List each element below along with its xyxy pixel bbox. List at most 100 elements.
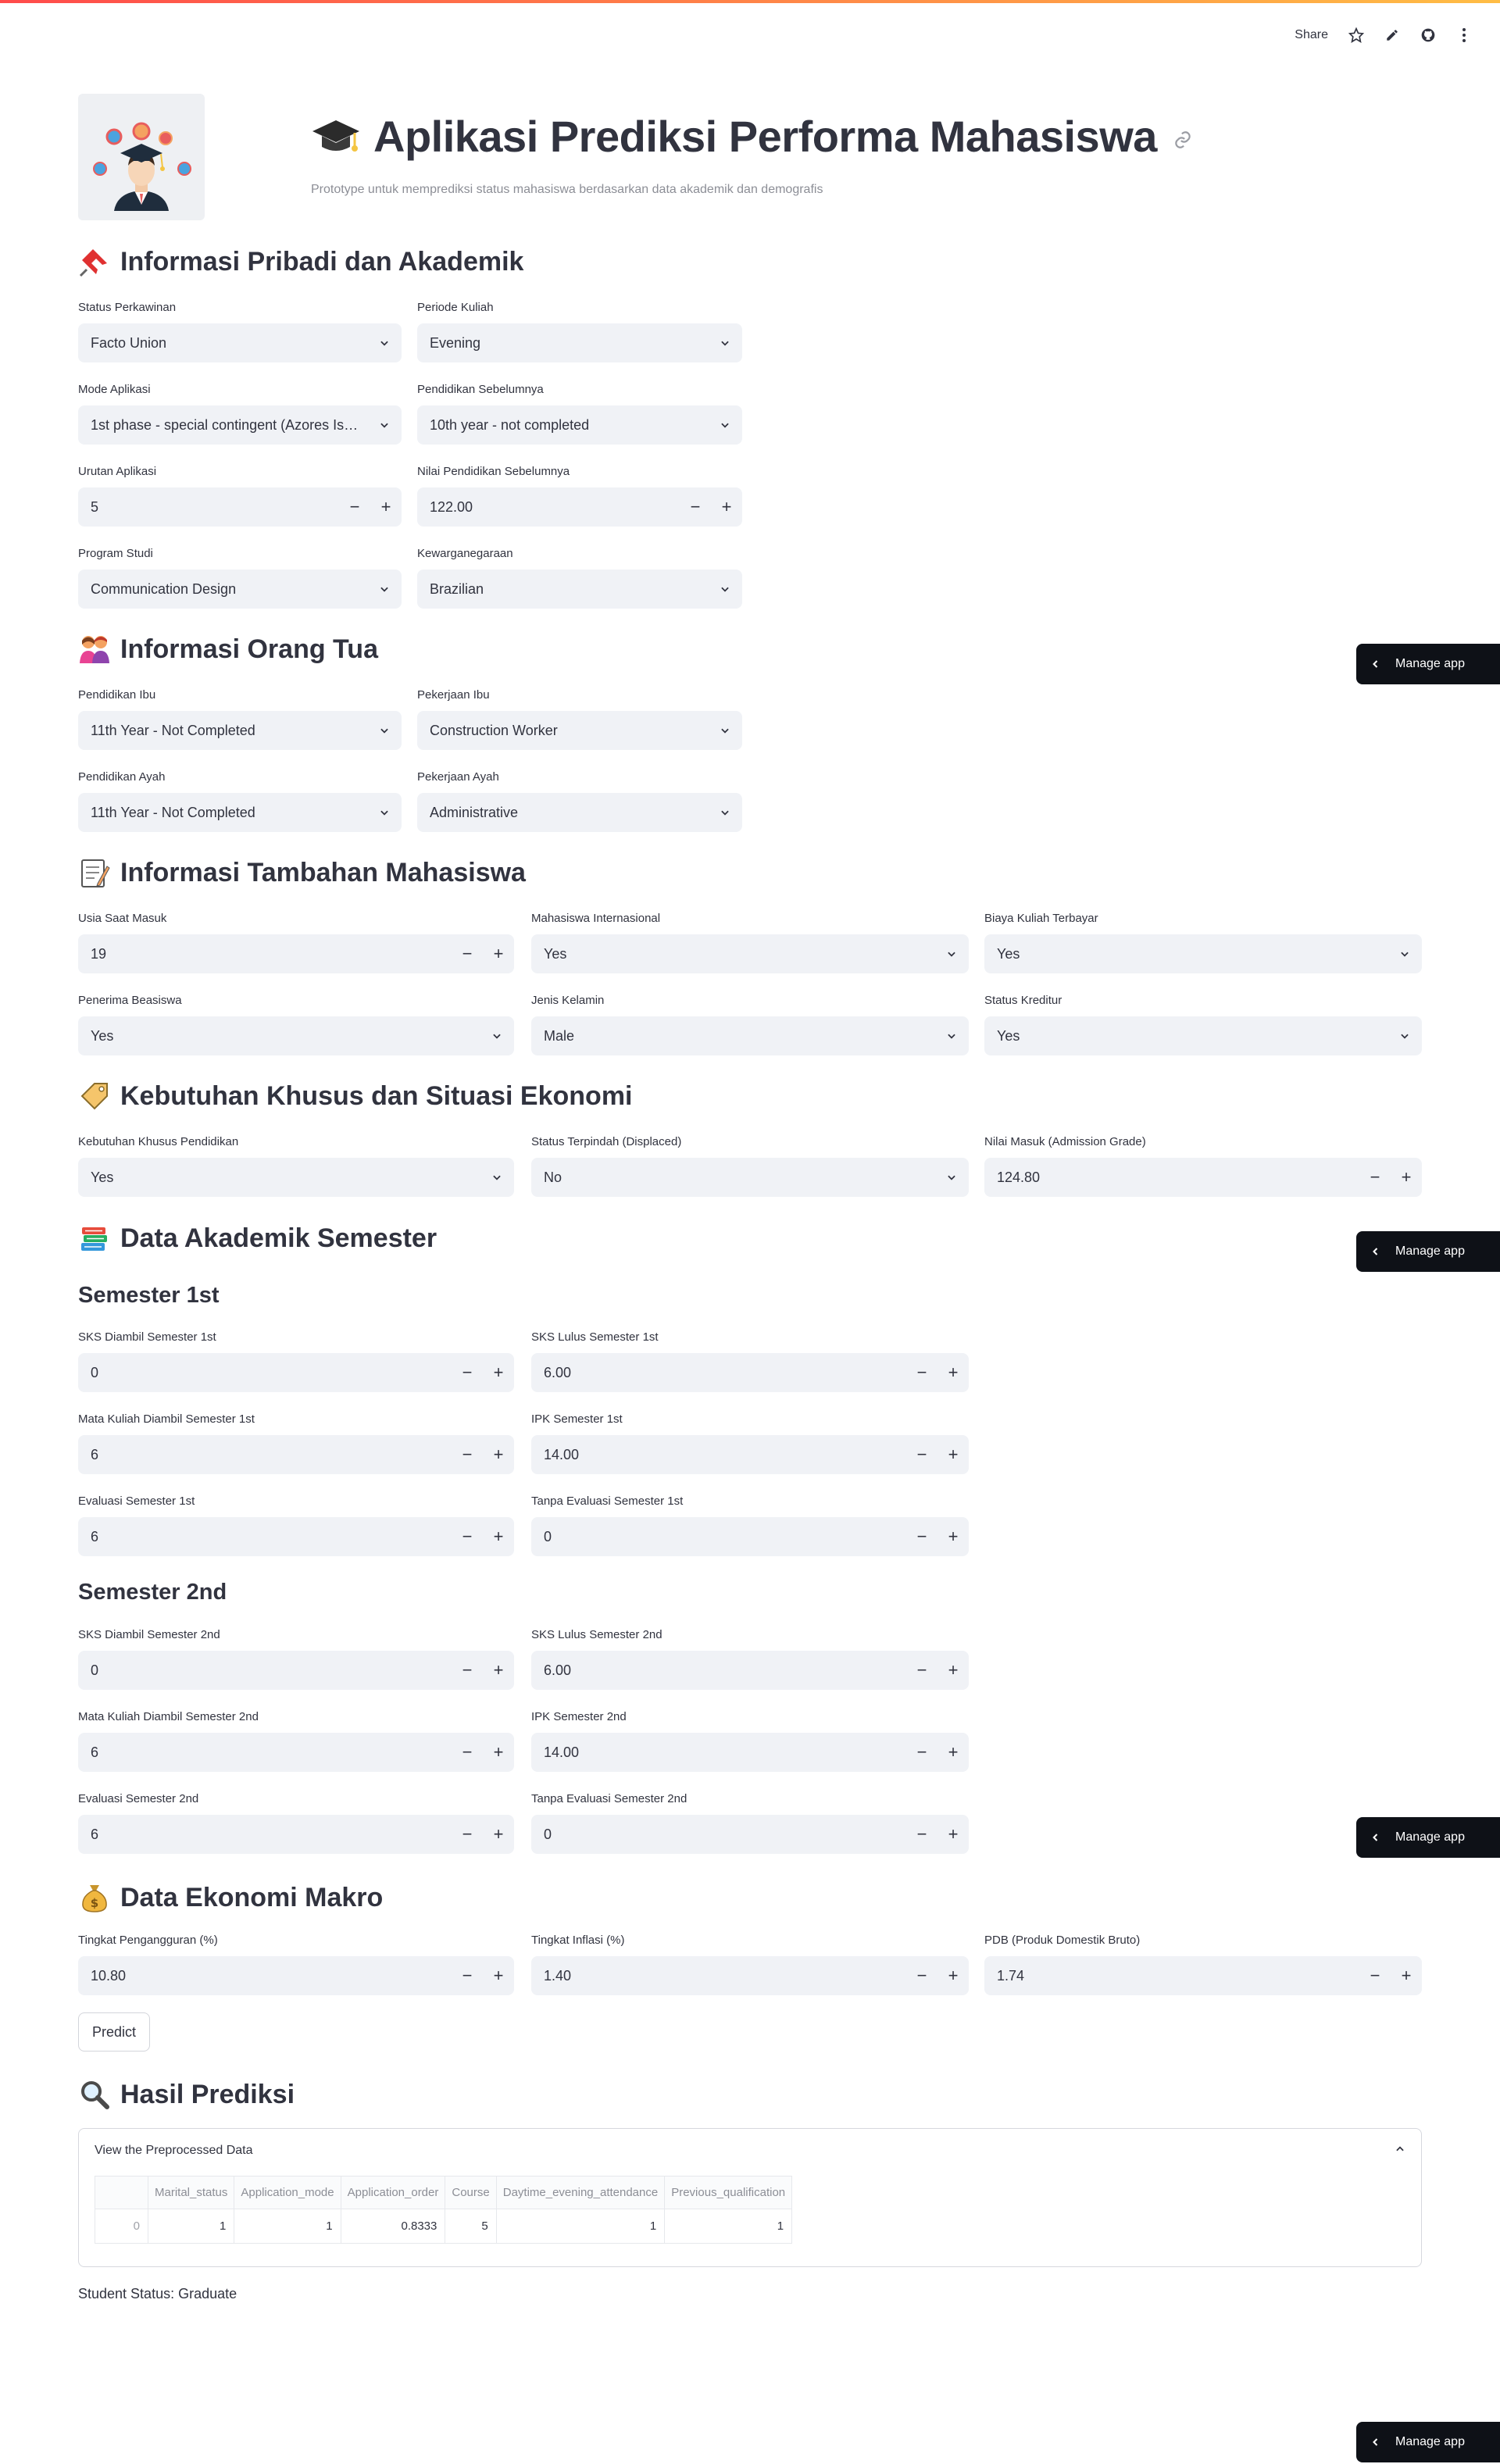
table-cell[interactable]: 1 (495, 2209, 666, 2244)
pendidikan-sebelumnya-select[interactable]: 10th year - not completed (417, 405, 742, 445)
decrement-button[interactable]: − (906, 1517, 938, 1556)
sks-lulus-2-number-input[interactable]: 6.00 − + (531, 1651, 969, 1690)
column-header[interactable]: Daytime_evening_attendance (495, 2176, 666, 2209)
increment-button[interactable]: + (483, 1651, 514, 1690)
decrement-button[interactable]: − (906, 1733, 938, 1772)
chevron-down-icon[interactable] (708, 711, 742, 750)
pengangguran-number-input[interactable]: 10.80 − + (78, 1956, 514, 1995)
manage-app-button[interactable]: Manage app (1356, 2422, 1500, 2462)
increment-button[interactable]: + (370, 487, 402, 527)
decrement-button[interactable]: − (452, 1353, 483, 1392)
increment-button[interactable]: + (711, 487, 742, 527)
chevron-down-icon[interactable] (934, 1016, 969, 1055)
decrement-button[interactable]: − (906, 1353, 938, 1392)
increment-button[interactable]: + (483, 934, 514, 973)
increment-button[interactable]: + (1391, 1956, 1422, 1995)
column-header[interactable]: Previous_qualification (664, 2176, 793, 2209)
inflasi-number-input[interactable]: 1.40 − + (531, 1956, 969, 1995)
increment-button[interactable]: + (483, 1435, 514, 1474)
chevron-down-icon[interactable] (367, 711, 402, 750)
decrement-button[interactable]: − (906, 1435, 938, 1474)
usia-saat-masuk-number-input[interactable]: 19 − + (78, 934, 514, 973)
manage-app-button[interactable]: Manage app (1356, 1817, 1500, 1858)
share-button[interactable]: Share (1295, 28, 1328, 42)
increment-button[interactable]: + (938, 1651, 969, 1690)
chevron-down-icon[interactable] (1388, 934, 1422, 973)
decrement-button[interactable]: − (452, 1956, 483, 1995)
pdb-number-input[interactable]: 1.74 − + (984, 1956, 1422, 1995)
nilai-pendidikan-sebelumnya-number-input[interactable]: 122.00 − + (417, 487, 742, 527)
increment-button[interactable]: + (483, 1353, 514, 1392)
preprocessed-data-table[interactable]: Marital_status Application_mode Applicat… (95, 2176, 793, 2244)
mk-diambil-1-number-input[interactable]: 6 − + (78, 1435, 514, 1474)
table-cell[interactable]: 1 (147, 2209, 235, 2244)
decrement-button[interactable]: − (452, 1815, 483, 1854)
star-icon[interactable] (1348, 27, 1364, 43)
increment-button[interactable]: + (483, 1956, 514, 1995)
decrement-button[interactable]: − (1359, 1956, 1391, 1995)
chevron-down-icon[interactable] (367, 570, 402, 609)
decrement-button[interactable]: − (452, 1733, 483, 1772)
jenis-kelamin-select[interactable]: Male (531, 1016, 969, 1055)
chevron-down-icon[interactable] (708, 405, 742, 445)
column-header[interactable]: Application_mode (234, 2176, 341, 2209)
decrement-button[interactable]: − (452, 934, 483, 973)
kewarganegaraan-select[interactable]: Brazilian (417, 570, 742, 609)
sks-diambil-2-number-input[interactable]: 0 − + (78, 1651, 514, 1690)
more-menu-icon[interactable] (1456, 27, 1472, 43)
tanpa-evaluasi-2-number-input[interactable]: 0 − + (531, 1815, 969, 1854)
decrement-button[interactable]: − (680, 487, 711, 527)
github-icon[interactable] (1420, 27, 1436, 43)
ipk-1-number-input[interactable]: 14.00 − + (531, 1435, 969, 1474)
mk-diambil-2-number-input[interactable]: 6 − + (78, 1733, 514, 1772)
increment-button[interactable]: + (938, 1733, 969, 1772)
pekerjaan-ayah-select[interactable]: Administrative (417, 793, 742, 832)
evaluasi-1-number-input[interactable]: 6 − + (78, 1517, 514, 1556)
table-cell[interactable]: 0.8333 (340, 2209, 446, 2244)
periode-kuliah-select[interactable]: Evening (417, 323, 742, 362)
program-studi-select[interactable]: Communication Design (78, 570, 402, 609)
evaluasi-2-number-input[interactable]: 6 − + (78, 1815, 514, 1854)
chevron-down-icon[interactable] (708, 570, 742, 609)
chevron-down-icon[interactable] (480, 1016, 514, 1055)
chevron-down-icon[interactable] (708, 793, 742, 832)
increment-button[interactable]: + (483, 1517, 514, 1556)
decrement-button[interactable]: − (906, 1956, 938, 1995)
anchor-link-icon[interactable] (1173, 130, 1193, 150)
manage-app-button[interactable]: Manage app (1356, 1231, 1500, 1272)
ipk-2-number-input[interactable]: 14.00 − + (531, 1733, 969, 1772)
sks-lulus-1-number-input[interactable]: 6.00 − + (531, 1353, 969, 1392)
chevron-down-icon[interactable] (934, 1158, 969, 1197)
increment-button[interactable]: + (938, 1435, 969, 1474)
decrement-button[interactable]: − (906, 1651, 938, 1690)
chevron-down-icon[interactable] (367, 793, 402, 832)
increment-button[interactable]: + (938, 1815, 969, 1854)
pekerjaan-ibu-select[interactable]: Construction Worker (417, 711, 742, 750)
decrement-button[interactable]: − (1359, 1158, 1391, 1197)
mode-aplikasi-select[interactable]: 1st phase - special contingent (Azores I… (78, 405, 402, 445)
increment-button[interactable]: + (938, 1956, 969, 1995)
edit-icon[interactable] (1384, 27, 1400, 43)
increment-button[interactable]: + (938, 1353, 969, 1392)
nilai-masuk-number-input[interactable]: 124.80 − + (984, 1158, 1422, 1197)
kebutuhan-khusus-select[interactable]: Yes (78, 1158, 514, 1197)
increment-button[interactable]: + (938, 1517, 969, 1556)
status-perkawinan-select[interactable]: Facto Union (78, 323, 402, 362)
increment-button[interactable]: + (483, 1815, 514, 1854)
chevron-down-icon[interactable] (367, 405, 402, 445)
decrement-button[interactable]: − (452, 1651, 483, 1690)
column-header[interactable]: Course (445, 2176, 497, 2209)
chevron-down-icon[interactable] (1388, 1016, 1422, 1055)
mahasiswa-internasional-select[interactable]: Yes (531, 934, 969, 973)
increment-button[interactable]: + (483, 1733, 514, 1772)
chevron-down-icon[interactable] (708, 323, 742, 362)
increment-button[interactable]: + (1391, 1158, 1422, 1197)
status-kreditur-select[interactable]: Yes (984, 1016, 1422, 1055)
manage-app-button[interactable]: Manage app (1356, 644, 1500, 684)
decrement-button[interactable]: − (906, 1815, 938, 1854)
penerima-beasiswa-select[interactable]: Yes (78, 1016, 514, 1055)
table-cell[interactable]: 1 (664, 2209, 793, 2244)
chevron-down-icon[interactable] (367, 323, 402, 362)
table-cell[interactable]: 1 (234, 2209, 341, 2244)
chevron-down-icon[interactable] (934, 934, 969, 973)
